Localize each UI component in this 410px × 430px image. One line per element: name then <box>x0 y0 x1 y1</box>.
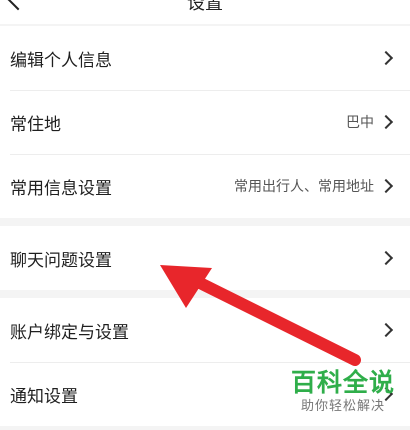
red-arrow <box>160 265 361 366</box>
watermark: 百科全说 助你轻松解决 <box>288 368 398 416</box>
arrow-shaft <box>182 271 361 366</box>
watermark-subtitle: 助你轻松解决 <box>300 399 385 414</box>
watermark-title: 百科全说 <box>290 368 395 397</box>
annotation-arrow-icon <box>160 265 361 366</box>
